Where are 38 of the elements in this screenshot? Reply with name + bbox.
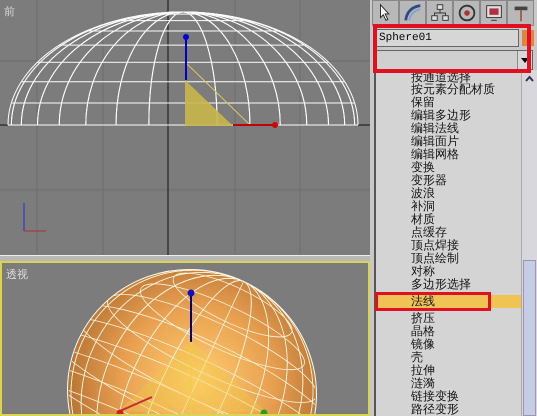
modifier-item[interactable]: 壳 xyxy=(376,351,521,364)
modifier-item[interactable]: 挤压 xyxy=(376,312,521,325)
modifier-item[interactable]: 多边形选择 xyxy=(376,278,521,291)
modifier-item[interactable]: 涟漪 xyxy=(376,377,521,390)
modifier-item[interactable]: 法线 xyxy=(376,295,521,308)
modifier-item[interactable]: 晶格 xyxy=(376,325,521,338)
modifier-item[interactable]: 按元素分配材质 xyxy=(376,83,521,96)
modifier-item[interactable]: 编辑面片 xyxy=(376,135,521,148)
panel-tab[interactable] xyxy=(453,0,480,26)
transform-gizmo[interactable] xyxy=(183,34,278,128)
scroll-up-icon[interactable] xyxy=(524,74,535,84)
modifier-item[interactable]: 保留 xyxy=(376,96,521,109)
modifier-item[interactable]: 编辑法线 xyxy=(376,122,521,135)
modifier-list-dropdown[interactable] xyxy=(376,50,533,70)
modifier-item[interactable]: 编辑多边形 xyxy=(376,109,521,122)
panel-tab[interactable] xyxy=(480,0,507,26)
axis-tripod-icon xyxy=(24,202,46,232)
modifier-item[interactable]: 对称 xyxy=(376,265,521,278)
modifier-item[interactable]: 顶点绘制 xyxy=(376,252,521,265)
modifier-item[interactable]: 链接变换 xyxy=(376,390,521,403)
transform-gizmo[interactable] xyxy=(116,290,268,414)
modifier-item[interactable]: 编辑网格 xyxy=(376,148,521,161)
modifier-item[interactable]: 波浪 xyxy=(376,187,521,200)
modifier-item[interactable]: 补洞 xyxy=(376,200,521,213)
modifier-item[interactable]: 变换 xyxy=(376,161,521,174)
modifier-item[interactable]: 路径变形 xyxy=(376,403,521,416)
modifier-item[interactable]: 材质 xyxy=(376,213,521,226)
modifier-item[interactable]: 点缓存 xyxy=(376,226,521,239)
modifier-item[interactable]: 顶点焊接 xyxy=(376,239,521,252)
modifier-item[interactable]: 镜像 xyxy=(376,338,521,351)
modifier-item[interactable]: 拉伸 xyxy=(376,364,521,377)
panel-tab[interactable] xyxy=(372,0,399,26)
panel-tab[interactable] xyxy=(426,0,453,26)
hierarchy-icon xyxy=(428,2,450,24)
scrollbar[interactable] xyxy=(521,70,537,416)
scrollbar-thumb[interactable] xyxy=(523,260,536,416)
modifier-item[interactable]: 变形器 xyxy=(376,174,521,187)
object-name-field[interactable]: Sphere01 xyxy=(376,29,519,47)
